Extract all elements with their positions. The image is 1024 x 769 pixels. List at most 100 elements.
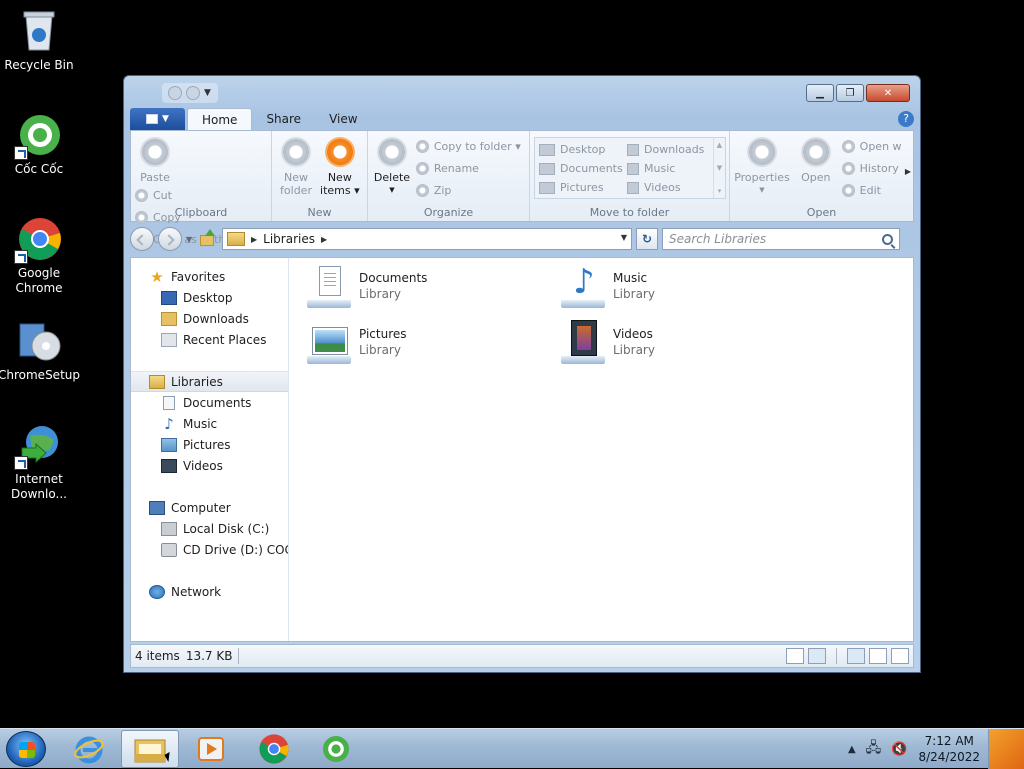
- taskbar-media-player[interactable]: [182, 730, 240, 768]
- recent-locations-icon[interactable]: ▼: [186, 235, 194, 244]
- qat-new-folder-icon[interactable]: [186, 86, 200, 100]
- music-library-icon: ♪: [559, 264, 607, 312]
- move-to-downloads[interactable]: Downloads: [627, 140, 713, 159]
- move-to-music[interactable]: Music: [627, 159, 713, 178]
- nav-recent-places[interactable]: Recent Places: [131, 329, 288, 350]
- ribbon-more-icon[interactable]: ▶: [905, 167, 911, 176]
- new-items-button[interactable]: New items ▾: [320, 135, 360, 197]
- nav-libraries[interactable]: Libraries: [131, 371, 288, 392]
- maximize-button[interactable]: ❐: [836, 84, 864, 102]
- delete-button[interactable]: Delete ▼: [372, 135, 412, 197]
- close-button[interactable]: ✕: [866, 84, 910, 102]
- back-button[interactable]: [130, 227, 154, 251]
- desktop-icon-chromesetup[interactable]: ChromeSetup: [0, 318, 80, 383]
- zip-button[interactable]: Zip: [415, 181, 521, 200]
- network-status-icon[interactable]: 🖧: [866, 737, 882, 761]
- move-to-videos[interactable]: Videos: [627, 178, 713, 197]
- nav-computer[interactable]: Computer: [131, 497, 288, 518]
- breadcrumb-arrow-icon[interactable]: ▶: [321, 235, 327, 244]
- address-dropdown-icon[interactable]: ▼: [621, 233, 627, 242]
- show-hidden-icons-icon[interactable]: ▲: [848, 744, 856, 755]
- open-with-button[interactable]: Open w: [841, 137, 902, 156]
- details-view-icon[interactable]: [786, 648, 804, 664]
- file-menu-button[interactable]: ▼: [130, 108, 185, 130]
- up-button[interactable]: [198, 229, 218, 249]
- tab-home[interactable]: Home: [187, 108, 253, 130]
- tab-share[interactable]: Share: [252, 108, 315, 130]
- history-icon: [841, 162, 855, 175]
- hard-disk-icon: [161, 521, 177, 536]
- breadcrumb-arrow-icon[interactable]: ▶: [251, 235, 257, 244]
- nav-documents[interactable]: Documents: [131, 392, 288, 413]
- paste-button[interactable]: Paste: [135, 135, 175, 184]
- nav-desktop[interactable]: Desktop: [131, 287, 288, 308]
- move-to-pictures[interactable]: Pictures: [539, 178, 627, 197]
- explorer-window: ▼ ▁ ❐ ✕ ▼ Home Share View ? Paste Cut Co…: [123, 75, 921, 673]
- videos-folder-icon: [627, 181, 639, 194]
- desktop-icon-google-chrome[interactable]: Google Chrome: [0, 216, 78, 296]
- status-bar: 4 items 13.7 KB: [130, 644, 914, 668]
- system-tray: ▲ 🖧 🔇 7:12 AM 8/24/2022: [843, 729, 1024, 769]
- taskbar-google-chrome[interactable]: [245, 730, 303, 768]
- nav-pictures[interactable]: Pictures: [131, 434, 288, 455]
- paste-icon: [140, 137, 170, 167]
- qat-properties-icon[interactable]: [168, 86, 182, 100]
- open-button[interactable]: Open: [794, 135, 838, 184]
- move-to-documents[interactable]: Documents: [539, 159, 627, 178]
- total-size: 13.7 KB: [185, 649, 233, 663]
- show-desktop-button[interactable]: [988, 729, 1024, 769]
- nav-network[interactable]: Network: [131, 581, 288, 602]
- refresh-button[interactable]: ↻: [636, 228, 658, 250]
- history-button[interactable]: History: [841, 159, 902, 178]
- desktop-icon-internet-download[interactable]: Internet Downlo...: [0, 422, 78, 502]
- library-item-documents[interactable]: Documents Library: [305, 264, 535, 314]
- navigation-pane-toggle-icon[interactable]: [847, 648, 865, 664]
- ribbon: Paste Cut Copy Copy as path Clipboard Ne…: [130, 130, 914, 246]
- library-item-music[interactable]: ♪ Music Library: [559, 264, 789, 314]
- cut-button[interactable]: Cut: [135, 186, 225, 205]
- new-items-icon: [324, 137, 355, 167]
- taskbar-internet-explorer[interactable]: [60, 730, 118, 768]
- nav-local-disk[interactable]: Local Disk (C:): [131, 518, 288, 539]
- nav-cd-drive[interactable]: CD Drive (D:) COCC: [131, 539, 288, 560]
- large-icons-view-icon[interactable]: [808, 648, 826, 664]
- nav-favorites[interactable]: ★ Favorites: [131, 266, 288, 287]
- group-label-move-to: Move to folder: [589, 206, 670, 219]
- taskbar-file-explorer[interactable]: [121, 730, 179, 768]
- edit-button[interactable]: Edit: [841, 181, 902, 200]
- nav-music[interactable]: ♪ Music: [131, 413, 288, 434]
- nav-videos[interactable]: Videos: [131, 455, 288, 476]
- new-folder-button[interactable]: New folder: [276, 135, 316, 197]
- qat-dropdown-icon[interactable]: ▼: [204, 88, 212, 98]
- desktop-icon-recycle-bin[interactable]: Recycle Bin: [0, 8, 78, 73]
- title-bar[interactable]: ▼ ▁ ❐ ✕: [124, 76, 920, 106]
- nav-downloads[interactable]: Downloads: [131, 308, 288, 329]
- properties-button[interactable]: Properties ▼: [734, 135, 790, 197]
- internet-explorer-icon: [74, 736, 104, 764]
- start-button[interactable]: [6, 731, 46, 767]
- group-label-new: New: [307, 206, 332, 219]
- clock[interactable]: 7:12 AM 8/24/2022: [918, 733, 980, 765]
- search-input[interactable]: Search Libraries: [662, 228, 900, 250]
- help-icon[interactable]: ?: [898, 111, 914, 127]
- pictures-icon: [161, 437, 177, 452]
- main-area: ★ Favorites Desktop Downloads Recent Plac…: [130, 257, 914, 642]
- copy-to-folder-button[interactable]: Copy to folder ▾: [415, 137, 521, 156]
- forward-button[interactable]: [158, 227, 182, 251]
- address-bar[interactable]: ▶ Libraries ▶ ▼: [222, 228, 632, 250]
- gallery-scrollbar[interactable]: ▲ ▼ ▾: [713, 138, 725, 198]
- library-item-videos[interactable]: Videos Library: [559, 320, 789, 370]
- details-pane-toggle-icon[interactable]: [869, 648, 887, 664]
- preview-pane-toggle-icon[interactable]: [891, 648, 909, 664]
- volume-muted-icon[interactable]: 🔇: [891, 742, 907, 757]
- installer-icon: [16, 318, 62, 364]
- minimize-button[interactable]: ▁: [806, 84, 834, 102]
- rename-button[interactable]: Rename: [415, 159, 521, 178]
- move-to-desktop[interactable]: Desktop: [539, 140, 627, 159]
- desktop-icon-coccoc[interactable]: Cốc Cốc: [0, 112, 78, 177]
- new-folder-icon: [281, 137, 311, 167]
- library-item-pictures[interactable]: Pictures Library: [305, 320, 535, 370]
- taskbar-coccoc[interactable]: [307, 730, 365, 768]
- breadcrumb-libraries[interactable]: Libraries: [263, 232, 315, 246]
- tab-view[interactable]: View: [315, 108, 371, 130]
